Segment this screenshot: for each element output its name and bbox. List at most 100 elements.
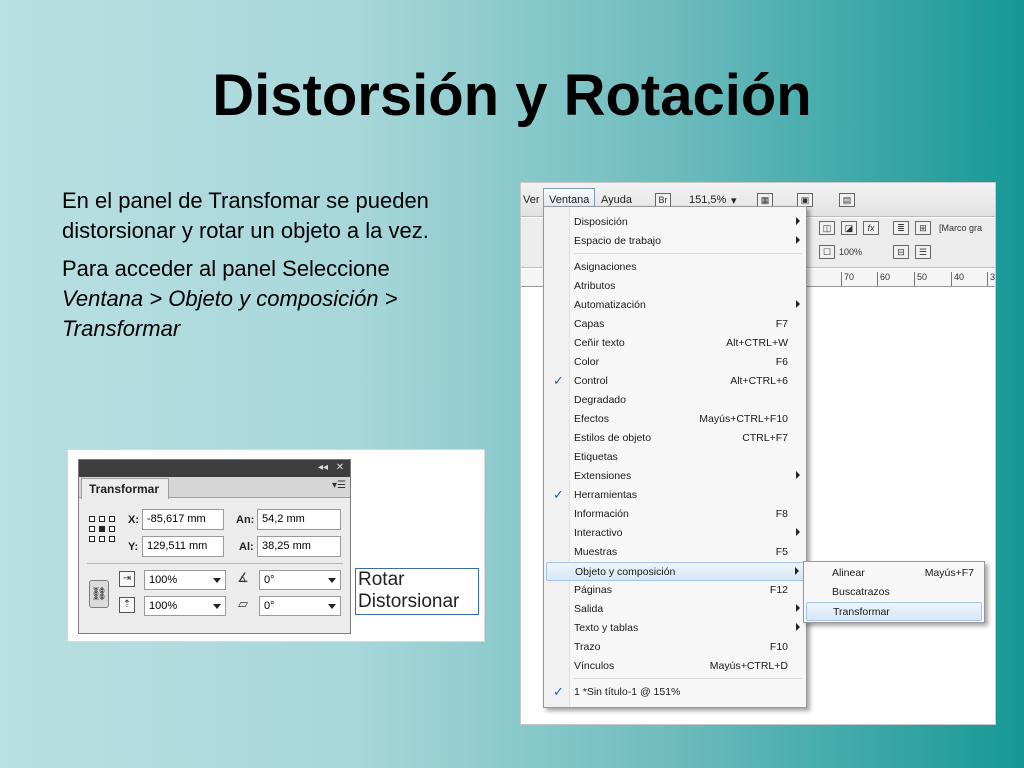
rotate-dropdown[interactable]: 0° [259,570,341,590]
menu-item-shortcut: F6 [775,356,788,368]
menu-item-color[interactable]: Color F6 [546,353,804,372]
scale-y-dropdown[interactable]: 100% [144,596,226,616]
menu-item-label: Información [574,508,629,520]
panel-menu-icon[interactable]: ▾☰ [332,480,346,491]
menu-item-automatización[interactable]: Automatización [546,296,804,315]
screen-mode-icon[interactable]: ▣ [797,193,813,207]
objeto-composicion-submenu: Alinear Mayús+F7 Buscatrazos Transformar [803,561,985,623]
submenu-arrow-icon [796,623,800,631]
submenu-item-alinear[interactable]: Alinear Mayús+F7 [806,564,982,583]
menu-ayuda[interactable]: Ayuda [601,194,632,206]
bridge-icon[interactable]: Br [655,193,671,207]
menu-item-label: Color [574,356,600,368]
menu-item-label: Degradado [574,394,626,406]
menu-item-muestras[interactable]: Muestras F5 [546,543,804,562]
ruler-tick: 70 [841,272,854,286]
menu-item-efectos[interactable]: Efectos Mayús+CTRL+F10 [546,410,804,429]
frame-fit-icon[interactable]: ◫ [819,221,835,235]
constrain-proportions-icon[interactable]: ⛓ [89,580,109,608]
menu-item-shortcut: Mayús+CTRL+F10 [699,413,788,425]
arrange-icon[interactable]: ▤ [839,193,855,207]
menu-item-espacio-de-trabajo[interactable]: Espacio de trabajo [546,232,804,251]
ruler-tick: 50 [914,272,927,286]
checkmark-icon: ✓ [553,373,564,388]
menu-item-interactivo[interactable]: Interactivo [546,524,804,543]
menu-item-label: Extensiones [574,470,632,482]
menu-item-1-sin-título-1-151[interactable]: ✓ 1 *Sin título-1 @ 151% [546,683,804,702]
view-options-icon[interactable]: ▦ [757,193,773,207]
distribute-icon[interactable]: ⊟ [893,245,909,259]
menu-item-estilos-de-objeto[interactable]: Estilos de objeto CTRL+F7 [546,429,804,448]
scale-y-icon: ⇡ [119,597,135,613]
menu-item-páginas[interactable]: Páginas F12 [546,581,804,600]
submenu-item-shortcut: Mayús+F7 [924,567,974,579]
menu-item-label: Control [574,375,608,387]
scale-x-dropdown[interactable]: 100% [144,570,226,590]
y-label: Y: [128,541,139,553]
zoom-level[interactable]: 151,5% [689,194,726,206]
close-icon[interactable]: ✕ [333,462,347,474]
menu-item-objeto-y-composición[interactable]: Objeto y composición [546,562,804,581]
frame-style-field[interactable]: [Marco gra [939,223,982,233]
menu-item-label: Automatización [574,299,646,311]
menu-item-salida[interactable]: Salida [546,600,804,619]
checkmark-icon: ✓ [553,487,564,502]
opacity-field[interactable]: 100% [839,247,862,257]
transform-panel: ◂◂ ✕ Transformar ▾☰ X: -85,617 mm Y: 129… [78,459,351,634]
menu-item-label: Ceñir texto [574,337,625,349]
align-icon[interactable]: ⊞ [915,221,931,235]
width-field[interactable]: 54,2 mm [257,509,341,530]
menu-item-información[interactable]: Información F8 [546,505,804,524]
width-label: An: [236,514,255,526]
y-field[interactable]: 129,511 mm [142,536,224,557]
ruler-tick: 30 [987,272,995,286]
x-label: X: [128,514,139,526]
reference-point-icon[interactable] [89,516,115,542]
submenu-item-buscatrazos[interactable]: Buscatrazos [806,583,982,602]
submenu-arrow-icon [795,567,799,575]
callout-box: Rotar Distorsionar [355,568,479,615]
menu-item-capas[interactable]: Capas F7 [546,315,804,334]
stack-icon[interactable]: ☰ [915,245,931,259]
menu-item-label: Capas [574,318,605,330]
fx-icon[interactable]: fx [863,221,879,235]
checkmark-icon: ✓ [553,684,564,699]
tab-transformar[interactable]: Transformar [81,478,169,499]
x-field[interactable]: -85,617 mm [142,509,224,530]
menu-item-trazo[interactable]: Trazo F10 [546,638,804,657]
wrap-icon[interactable]: ≣ [893,221,909,235]
menu-item-vínculos[interactable]: Vínculos Mayús+CTRL+D [546,657,804,676]
ventana-dropdown-menu: Disposición Espacio de trabajo Asignacione… [543,206,807,708]
menu-item-shortcut: F8 [775,508,788,520]
menu-item-control[interactable]: ✓ Control Alt+CTRL+6 [546,372,804,391]
shear-dropdown[interactable]: 0° [259,596,341,616]
submenu-item-transformar[interactable]: Transformar [806,602,982,621]
menu-item-label: Texto y tablas [574,622,639,634]
height-field[interactable]: 38,25 mm [257,536,341,557]
menu-item-atributos[interactable]: Atributos [546,277,804,296]
menu-item-degradado[interactable]: Degradado [546,391,804,410]
menu-item-label: Vínculos [574,660,615,672]
submenu-arrow-icon [796,236,800,244]
panel-tab-row: Transformar ▾☰ [79,477,350,499]
menu-item-texto-y-tablas[interactable]: Texto y tablas [546,619,804,638]
menu-item-herramientas[interactable]: ✓ Herramientas [546,486,804,505]
menu-item-ceñir-texto[interactable]: Ceñir texto Alt+CTRL+W [546,334,804,353]
submenu-item-label: Buscatrazos [832,586,890,598]
menu-item-disposición[interactable]: Disposición [546,213,804,232]
menu-item-asignaciones[interactable]: Asignaciones [546,258,804,277]
menu-ver[interactable]: Ver [523,194,540,206]
frame-fill-icon[interactable]: ◪ [841,221,857,235]
ruler-tick: 40 [951,272,964,286]
collapse-icon[interactable]: ◂◂ [316,462,330,474]
instructions-path: Ventana > Objeto y composición > Transfo… [62,286,398,341]
menu-item-extensiones[interactable]: Extensiones [546,467,804,486]
menu-item-label: Herramientas [574,489,638,501]
menu-item-label: Objeto y composición [575,566,676,578]
menu-item-label: Asignaciones [574,261,637,273]
menu-item-etiquetas[interactable]: Etiquetas [546,448,804,467]
scale-x-icon: ⇥ [119,571,135,587]
menu-item-label: Páginas [574,584,612,596]
corner-icon[interactable]: ☐ [819,245,835,259]
menu-item-shortcut: F5 [775,546,788,558]
